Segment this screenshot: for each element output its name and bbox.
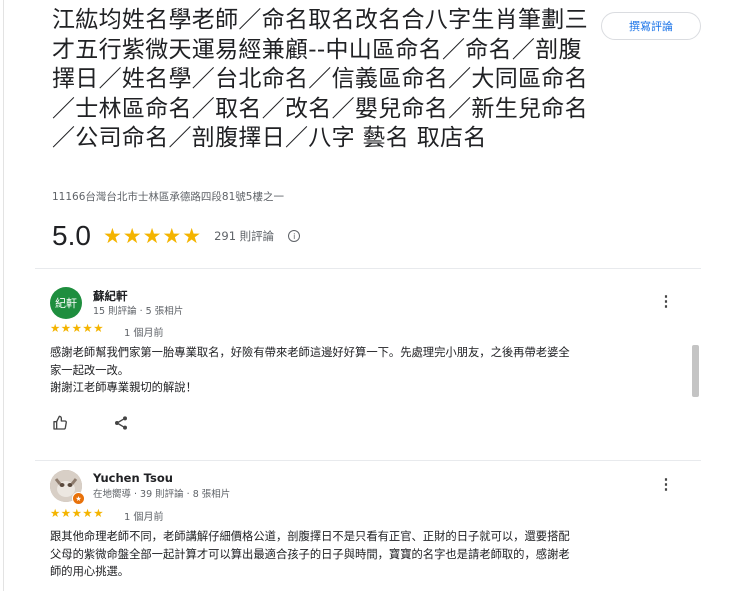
review-text-line: 謝謝江老師專業親切的解說！	[50, 381, 197, 394]
review-text-line: 父母的紫微命盤全部一起計算才可以算出最適合孩子的日子與時間，寶寶的名字也是請老師…	[50, 547, 570, 561]
reviewer-meta: 15 則評論 · 5 張相片	[93, 306, 184, 317]
review-count[interactable]: 291 則評論	[214, 228, 274, 244]
avatar[interactable]: ★	[50, 470, 85, 505]
left-border	[3, 0, 4, 591]
like-icon[interactable]	[51, 414, 69, 432]
review-date: 1 個月前	[124, 328, 164, 339]
rating-value: 5.0	[52, 220, 91, 251]
review-text-line: 跟其他命理老師不同，老師講解仔細價格公道，剖腹擇日不是只看有正官、正財的日子就可…	[50, 530, 570, 543]
share-icon[interactable]	[112, 414, 130, 432]
review-text-line: 師的用心挑選。	[50, 565, 130, 578]
scrollbar-thumb[interactable]	[692, 345, 699, 397]
review-stars: ★★★★★	[50, 321, 105, 335]
review-text: 跟其他命理老師不同，老師講解仔細價格公道，剖腹擇日不是只看有正官、正財的日子就可…	[50, 528, 680, 581]
divider	[35, 268, 701, 269]
info-icon[interactable]: i	[288, 230, 301, 242]
more-options-icon[interactable]: ⋮	[656, 474, 676, 494]
review-text-line: 家一起改一改。	[50, 363, 130, 377]
review-date: 1 個月前	[124, 512, 164, 523]
review-stars: ★★★★★	[50, 506, 105, 520]
review-text: 感謝老師幫我們家第一胎專業取名，好險有帶來老師這邊好好算一下。先處理完小朋友，之…	[50, 344, 680, 397]
rating-stars: ★★★★★	[102, 224, 203, 248]
write-review-button[interactable]: 撰寫評論	[601, 12, 701, 40]
local-guide-badge-icon: ★	[72, 492, 85, 505]
more-options-icon[interactable]: ⋮	[656, 291, 676, 311]
place-title: 江紘均姓名學老師／命名取名改名合八字生肖筆劃三才五行紫微天運易經兼顧--中山區命…	[52, 7, 588, 151]
reviewer-name[interactable]: Yuchen Tsou	[93, 471, 173, 485]
avatar-initials: 紀軒	[55, 297, 77, 310]
review-text-line: 感謝老師幫我們家第一胎專業取名，好險有帶來老師這邊好好算一下。先處理完小朋友，之…	[50, 346, 570, 359]
avatar[interactable]: 紀軒	[50, 287, 82, 319]
reviewer-name[interactable]: 蘇紀軒	[93, 288, 128, 304]
place-address: 11166台灣台北市士林區承德路四段81號5樓之一	[52, 191, 284, 203]
reviewer-meta: 在地嚮導 · 39 則評論 · 8 張相片	[93, 489, 231, 500]
divider	[35, 460, 701, 461]
rating-summary: 5.0 ★★★★★ 291 則評論 i	[52, 218, 301, 254]
